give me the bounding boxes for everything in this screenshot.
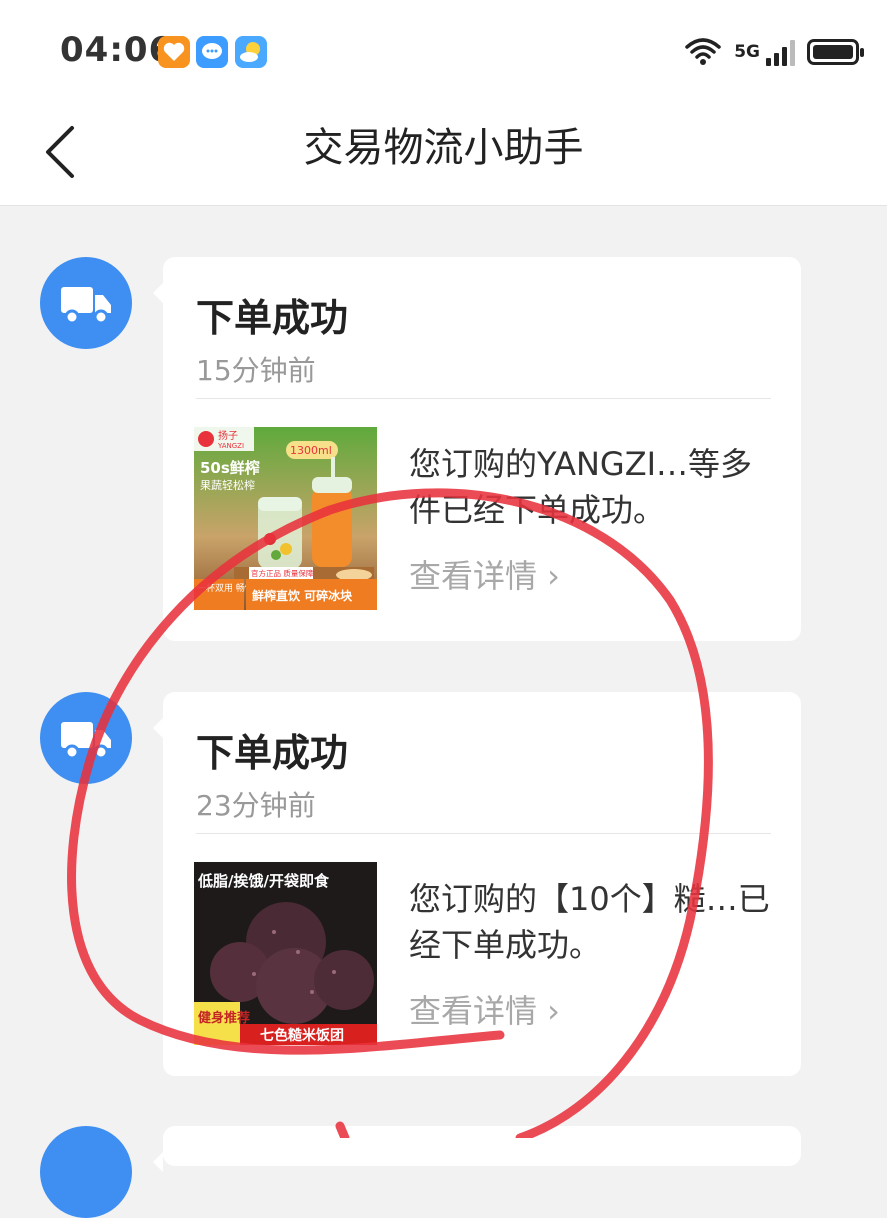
status-bar: 04:06 5G <box>0 0 887 100</box>
health-app-icon <box>158 36 190 68</box>
footer-text: 七色糙米饭团 <box>260 1027 344 1044</box>
card-message-text: 您订购的YANGZI…等多件已经下单成功。 <box>409 445 753 529</box>
headline-text: 低脂/挨饿/开袋即食 <box>197 872 330 890</box>
product-image-rice-ball[interactable]: 低脂/挨饿/开袋即食 健身推荐 七色糙米饭团 <box>194 862 377 1045</box>
badge-text: 健身推荐 <box>198 1010 250 1026</box>
order-card[interactable] <box>153 1126 801 1172</box>
divider <box>196 398 771 399</box>
brand-text: 扬子 <box>218 429 238 442</box>
view-details-link[interactable]: 查看详情 › <box>409 551 560 597</box>
headline-text: 50s鲜榨 <box>200 459 260 477</box>
avatar <box>40 257 132 349</box>
card-time: 23分钟前 <box>196 789 316 822</box>
card-title: 下单成功 <box>196 731 349 775</box>
avatar <box>40 692 132 784</box>
subline-text: 果蔬轻松榨 <box>200 478 255 492</box>
card-time: 15分钟前 <box>196 354 316 387</box>
status-right-group: 5G <box>684 34 864 70</box>
divider <box>196 833 771 834</box>
signal-icon <box>766 38 795 66</box>
capacity-text: 1300ml <box>290 444 332 457</box>
truck-icon <box>61 287 111 325</box>
message-app-icon <box>196 36 228 68</box>
brand-en-text: YANGZI <box>217 442 244 450</box>
footer-right-text: 鲜榨直饮 可碎冰块 <box>252 588 353 603</box>
header-bar: 交易物流小助手 <box>0 100 887 206</box>
order-card[interactable]: 下单成功 23分钟前 低脂/挨饿/开袋即食 健身推荐 七色糙米饭团 您订购的【1… <box>153 692 801 1076</box>
status-time: 04:06 <box>60 30 174 70</box>
view-details-link[interactable]: 查看详情 › <box>409 986 560 1032</box>
truck-icon <box>61 722 111 760</box>
wifi-icon <box>685 38 721 65</box>
battery-icon <box>807 39 864 65</box>
card-message-text: 您订购的【10个】糙…已经下单成功。 <box>409 880 770 964</box>
order-card[interactable]: 下单成功 15分钟前 扬子 YANGZI 50s鲜榨 果蔬轻松榨 1300ml … <box>153 257 801 641</box>
card-title: 下单成功 <box>196 296 349 340</box>
network-type: 5G <box>734 42 760 62</box>
badge-text: 官方正品 质量保障 <box>251 568 314 578</box>
avatar <box>40 1126 132 1218</box>
weather-app-icon <box>235 36 267 68</box>
page-title: 交易物流小助手 <box>303 125 584 171</box>
product-image-juicer[interactable]: 扬子 YANGZI 50s鲜榨 果蔬轻松榨 1300ml 一杯双用 畅饮随行 鲜… <box>194 427 377 610</box>
